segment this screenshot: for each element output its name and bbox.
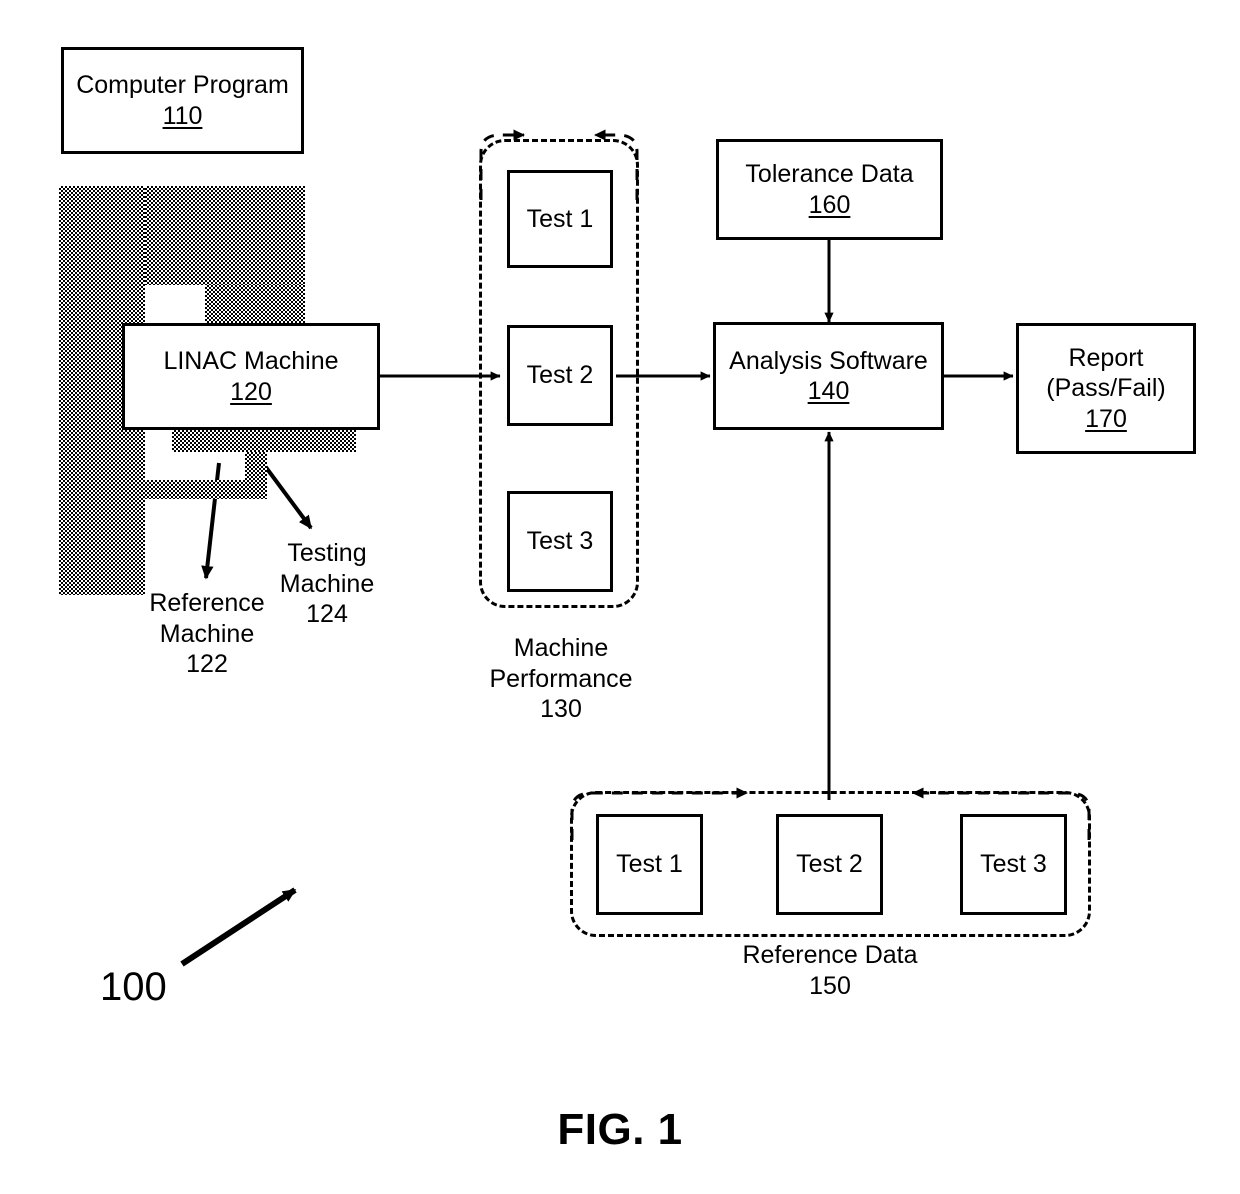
- reference-data-caption: Reference Data 150: [742, 941, 918, 1000]
- reference-data-test-2-label: Test 2: [796, 850, 863, 879]
- machine-silhouette-upper-block: [145, 186, 305, 285]
- machine-performance-test-3[interactable]: Test 3: [507, 491, 613, 592]
- report-title-line2: (Pass/Fail): [1046, 374, 1166, 403]
- system-reference-number: 100: [100, 965, 167, 1009]
- leader-arrow-testing-machine: [260, 460, 313, 530]
- machine-performance-test-2[interactable]: Test 2: [507, 325, 613, 426]
- linac-machine-ref: 120: [230, 377, 272, 406]
- tolerance-data-ref: 160: [808, 190, 851, 219]
- reference-data-test-2[interactable]: Test 2: [776, 814, 883, 915]
- report-title-line1: Report: [1068, 343, 1144, 372]
- tolerance-data-title: Tolerance Data: [745, 160, 914, 188]
- analysis-software-ref: 140: [807, 377, 850, 405]
- figure-caption: FIG. 1: [557, 1105, 683, 1154]
- linac-machine-title: LINAC Machine: [163, 347, 339, 375]
- analysis-software-title: Analysis Software: [729, 346, 928, 375]
- linac-machine-box[interactable]: LINAC Machine 120: [122, 323, 380, 430]
- machine-performance-caption: Machine Performance 130: [489, 634, 633, 723]
- tolerance-data-box[interactable]: Tolerance Data 160: [716, 139, 943, 240]
- reference-data-test-1-label: Test 1: [616, 850, 683, 879]
- report-box[interactable]: Report (Pass/Fail) 170: [1016, 323, 1196, 454]
- machine-performance-test-1-label: Test 1: [526, 204, 594, 233]
- machine-silhouette-couch-top: [172, 430, 356, 452]
- reference-data-test-1[interactable]: Test 1: [596, 814, 703, 915]
- reference-data-test-3[interactable]: Test 3: [960, 814, 1067, 915]
- computer-program-box[interactable]: Computer Program 110: [61, 47, 304, 154]
- machine-performance-test-1[interactable]: Test 1: [507, 170, 613, 268]
- testing-machine-label: Testing Machine 124: [279, 539, 375, 628]
- leader-arrow-system-100: [180, 887, 297, 967]
- computer-program-title: Computer Program: [76, 71, 289, 99]
- reference-data-test-3-label: Test 3: [980, 850, 1047, 879]
- report-ref: 170: [1085, 404, 1127, 433]
- computer-program-ref: 110: [162, 101, 203, 130]
- machine-performance-test-3-label: Test 3: [526, 527, 594, 556]
- analysis-software-box[interactable]: Analysis Software 140: [713, 322, 944, 430]
- patent-figure-1: Computer Program 110 LINAC Machine 120 T…: [0, 0, 1240, 1194]
- machine-silhouette-couch-base: [145, 480, 267, 499]
- machine-performance-test-2-label: Test 2: [526, 361, 594, 390]
